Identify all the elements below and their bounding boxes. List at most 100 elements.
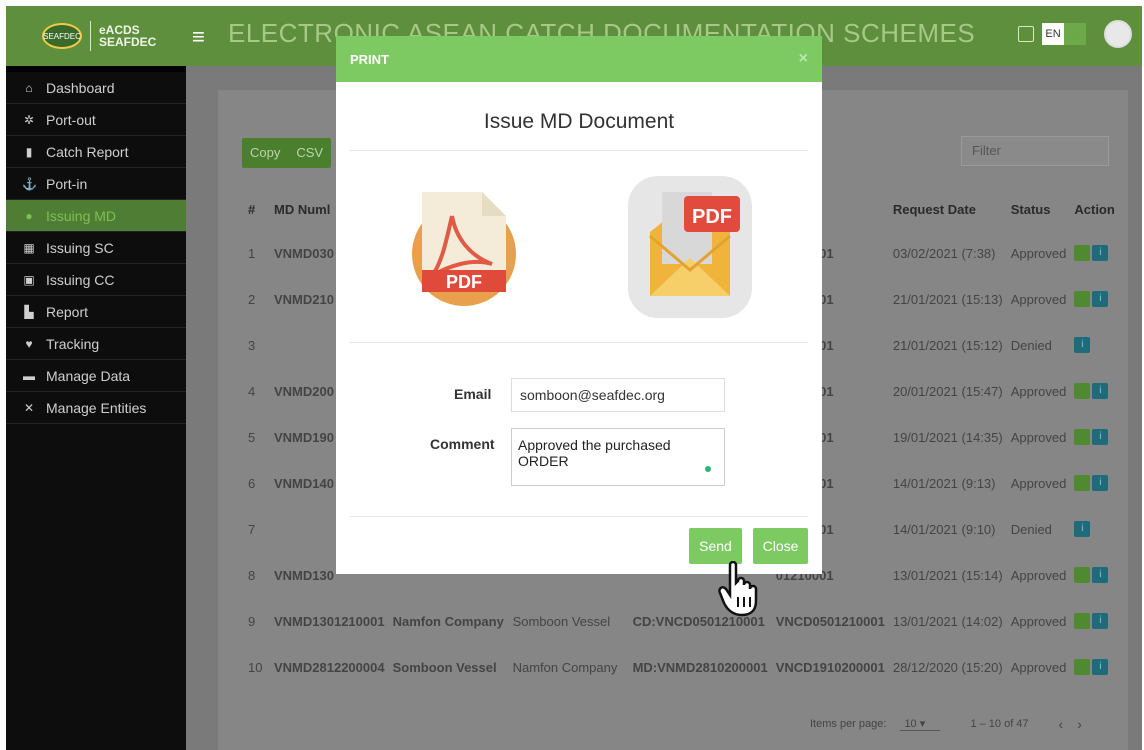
- sidebar-item-issuing-cc[interactable]: ▣ Issuing CC: [6, 264, 186, 296]
- csv-button[interactable]: CSV: [288, 138, 331, 168]
- cell-action: i: [1074, 414, 1122, 460]
- info-icon[interactable]: i: [1074, 337, 1091, 354]
- next-page-icon[interactable]: ›: [1077, 716, 1082, 732]
- email-field[interactable]: [511, 378, 725, 412]
- close-button[interactable]: Close: [753, 528, 808, 564]
- cell-status: Denied: [1010, 337, 1052, 353]
- cell-action: i: [1074, 644, 1122, 690]
- sidebar-item-catch-report[interactable]: ▮ Catch Report: [6, 136, 186, 168]
- cell-n: 7: [248, 521, 256, 537]
- sidebar-item-issuing-md[interactable]: ● Issuing MD: [6, 200, 186, 232]
- email-label: Email: [454, 386, 492, 402]
- cell-status: Approved: [1010, 383, 1067, 399]
- col-action: Action: [1074, 201, 1115, 217]
- cell-action: i: [1074, 460, 1122, 506]
- comment-field[interactable]: [511, 428, 725, 486]
- info-icon[interactable]: i: [1074, 521, 1091, 538]
- logo-divider: [90, 21, 91, 51]
- sidebar-item-manage-data[interactable]: ▬ Manage Data: [6, 360, 186, 392]
- print-icon[interactable]: [1074, 659, 1091, 676]
- sidebar-item-tracking[interactable]: ♥ Tracking: [6, 328, 186, 360]
- cell-md[interactable]: VNMD2812200004: [274, 644, 393, 690]
- lang-vi-button[interactable]: VI: [1064, 23, 1086, 45]
- print-icon[interactable]: [1074, 383, 1091, 400]
- print-icon[interactable]: [1074, 613, 1091, 630]
- hand-cursor-icon: [718, 561, 758, 617]
- logo-badge-text: SEAFDEC: [43, 31, 81, 41]
- table-row[interactable]: 9 VNMD1301210001 Namfon Company Somboon Ves…: [248, 598, 1123, 644]
- send-button[interactable]: Send: [689, 528, 742, 564]
- info-icon[interactable]: i: [1092, 613, 1109, 630]
- hamburger-menu-icon[interactable]: ≡: [192, 24, 205, 50]
- status-dot-icon: [705, 466, 711, 472]
- copy-button[interactable]: Copy: [242, 138, 288, 168]
- cell-sc: VNCD1910200001: [775, 659, 885, 675]
- info-icon[interactable]: i: [1092, 475, 1109, 492]
- items-per-page-label: Items per page:: [810, 718, 887, 730]
- info-icon[interactable]: i: [1092, 245, 1109, 262]
- info-icon[interactable]: i: [1092, 383, 1109, 400]
- folder-icon: ▬: [23, 368, 35, 383]
- info-icon[interactable]: i: [1092, 659, 1109, 676]
- cell-action: i: [1074, 230, 1122, 276]
- sidebar-item-label: Issuing SC: [46, 239, 114, 256]
- sidebar-item-label: Tracking: [46, 335, 100, 352]
- cell-md[interactable]: VNMD1301210001: [274, 598, 393, 644]
- print-icon[interactable]: [1074, 567, 1091, 584]
- divider: [350, 150, 808, 151]
- lang-en-button[interactable]: EN: [1042, 23, 1064, 45]
- filter-input[interactable]: Filter: [961, 136, 1109, 166]
- cell-status: Approved: [1010, 475, 1067, 491]
- table-row[interactable]: 10 VNMD2812200004 Somboon Vessel Namfon Com…: [248, 644, 1123, 690]
- language-switch[interactable]: EN VI: [1042, 23, 1086, 45]
- external-link-icon[interactable]: [1018, 26, 1034, 42]
- anchor-icon: ⚓: [22, 176, 37, 191]
- cell-c3: Somboon Vessel: [512, 613, 611, 629]
- prev-page-icon[interactable]: ‹: [1059, 716, 1064, 732]
- sidebar-item-dashboard[interactable]: ⌂ Dashboard: [6, 72, 186, 104]
- pdf-document-icon[interactable]: PDF: [412, 186, 516, 310]
- print-icon[interactable]: [1074, 429, 1091, 446]
- info-icon[interactable]: i: [1092, 429, 1109, 446]
- cell-date: 13/01/2021 (14:02): [892, 613, 1003, 629]
- cell-n: 8: [248, 567, 256, 583]
- home-icon: ⌂: [25, 80, 33, 95]
- col-status[interactable]: Status: [1011, 188, 1075, 230]
- building-icon: ▦: [23, 240, 35, 255]
- cell-c2: Namfon Company: [392, 613, 504, 629]
- cell-n: 1: [248, 245, 256, 261]
- paginator: Items per page: 10 ▾ 1 – 10 of 47 ‹ ›: [810, 716, 1082, 732]
- print-icon[interactable]: [1074, 245, 1091, 262]
- cell-status: Approved: [1010, 245, 1067, 261]
- logo[interactable]: SEAFDEC eACDS SEAFDEC: [6, 6, 186, 66]
- avatar[interactable]: [1104, 20, 1132, 48]
- cell-date: 21/01/2021 (15:13): [892, 291, 1003, 307]
- cell-action: i: [1074, 276, 1122, 322]
- cell-date: 20/01/2021 (15:47): [892, 383, 1003, 399]
- print-icon[interactable]: [1074, 475, 1091, 492]
- range-label: 1 – 10 of 47: [970, 718, 1029, 730]
- sidebar-item-issuing-sc[interactable]: ▦ Issuing SC: [6, 232, 186, 264]
- info-icon[interactable]: i: [1092, 567, 1109, 584]
- sidebar-item-label: Report: [46, 303, 89, 320]
- cell-action: i: [1074, 506, 1122, 552]
- print-icon[interactable]: [1074, 291, 1091, 308]
- cell-action: i: [1074, 368, 1122, 414]
- col-request-date[interactable]: Request Date: [893, 188, 1011, 230]
- sidebar-item-label: Manage Data: [46, 367, 131, 384]
- close-icon[interactable]: ×: [799, 50, 808, 68]
- sidebar-item-port-out[interactable]: ✲ Port-out: [6, 104, 186, 136]
- page-size-value: 10: [904, 718, 917, 730]
- cell-action: i: [1074, 598, 1122, 644]
- cell-status: Denied: [1010, 521, 1052, 537]
- entities-icon: ✕: [23, 400, 35, 415]
- page-size-select[interactable]: 10 ▾: [900, 717, 941, 731]
- email-pdf-icon[interactable]: PDF: [628, 176, 752, 318]
- sidebar-item-port-in[interactable]: ⚓ Port-in: [6, 168, 186, 200]
- divider: [350, 342, 808, 343]
- info-icon[interactable]: i: [1092, 291, 1109, 308]
- sidebar-item-label: Manage Entities: [46, 399, 147, 416]
- sidebar-item-label: Port-in: [46, 175, 88, 192]
- sidebar-item-report[interactable]: ▙ Report: [6, 296, 186, 328]
- sidebar-item-manage-entities[interactable]: ✕ Manage Entities: [6, 392, 186, 424]
